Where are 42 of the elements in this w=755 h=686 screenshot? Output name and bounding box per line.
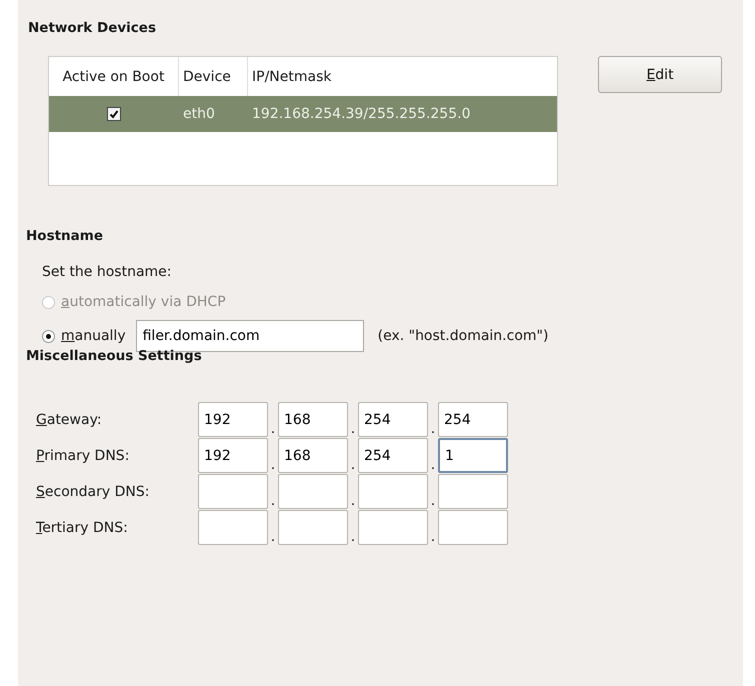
separator-text: .: [350, 457, 356, 473]
field-label: Tertiary DNS:: [36, 520, 129, 536]
separator-text: .: [430, 421, 436, 437]
radio-option[interactable]: manually: [42, 328, 126, 344]
separator-text: .: [350, 529, 356, 545]
section-title: Hostname: [26, 228, 104, 244]
octet-field[interactable]: [198, 474, 268, 509]
separator-text: .: [270, 421, 276, 437]
prompt-text: Set the hostname:: [42, 264, 173, 280]
table-cell: eth0: [183, 106, 215, 122]
octet-field[interactable]: 1: [438, 438, 508, 473]
table-cell: 192.168.254.39/255.255.255.0: [252, 106, 470, 122]
separator-text: .: [430, 457, 436, 473]
octet-field[interactable]: 192: [198, 402, 268, 437]
separator-text: .: [350, 493, 356, 509]
column-header[interactable]: IP/Netmask: [248, 57, 336, 96]
octet-field[interactable]: 168: [278, 402, 348, 437]
octet-field[interactable]: [278, 510, 348, 545]
octet-field[interactable]: 254: [438, 402, 508, 437]
checkbox[interactable]: [107, 107, 121, 122]
octet-field[interactable]: 192: [198, 438, 268, 473]
octet-field[interactable]: [358, 474, 428, 509]
separator-text: .: [430, 529, 436, 545]
octet-field[interactable]: 168: [278, 438, 348, 473]
separator-text: .: [270, 457, 276, 473]
field-label: Secondary DNS:: [36, 484, 150, 500]
octet-field[interactable]: [278, 474, 348, 509]
octet-field[interactable]: [358, 510, 428, 545]
octet-field[interactable]: 254: [358, 438, 428, 473]
separator-text: .: [270, 529, 276, 545]
octet-field[interactable]: 254: [358, 402, 428, 437]
section-title: Network Devices: [28, 20, 156, 36]
octet-field[interactable]: [438, 474, 508, 509]
field-label: Primary DNS:: [36, 448, 130, 464]
octet-field[interactable]: [198, 510, 268, 545]
edit-button[interactable]: Edit: [598, 56, 722, 93]
field-label: Gateway:: [36, 412, 103, 428]
separator-text: .: [270, 493, 276, 509]
octet-field[interactable]: [438, 510, 508, 545]
hint-text: (ex. "host.domain.com"): [378, 328, 548, 344]
separator-text: .: [430, 493, 436, 509]
separator-text: .: [350, 421, 356, 437]
